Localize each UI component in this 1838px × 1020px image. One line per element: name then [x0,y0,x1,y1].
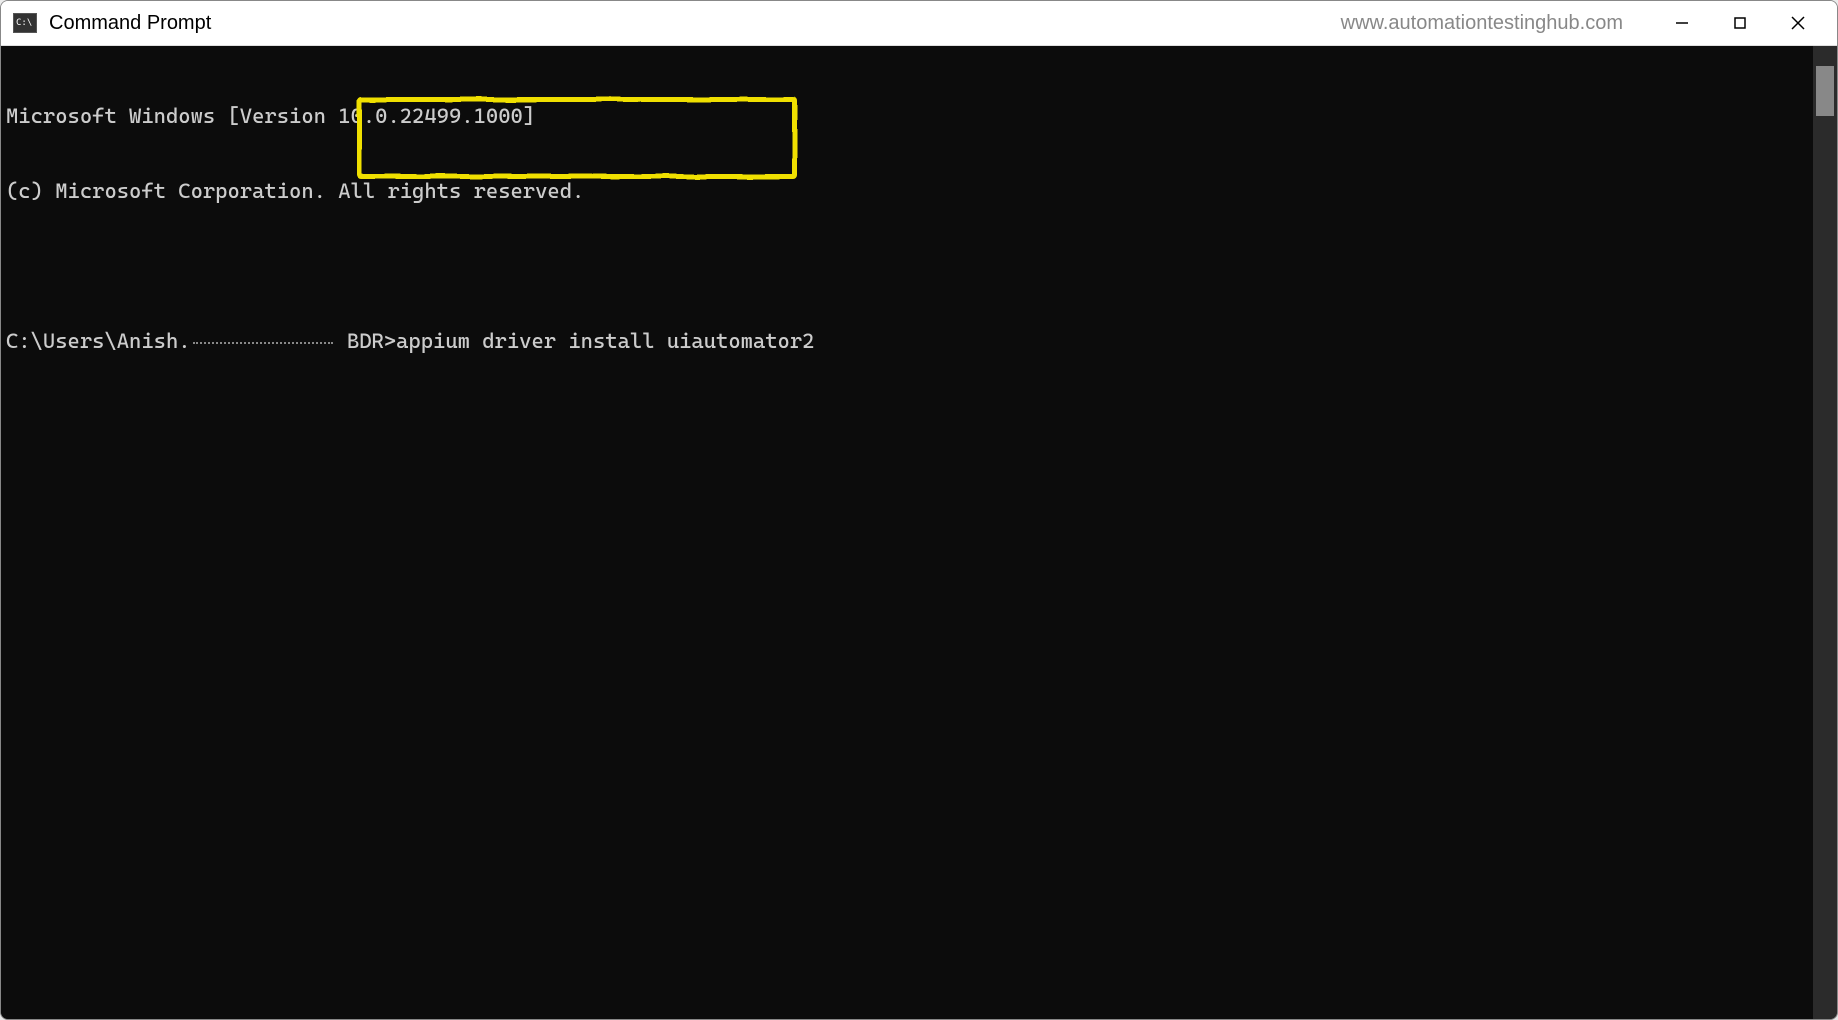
close-button[interactable] [1769,1,1827,46]
scrollbar[interactable] [1813,46,1837,1019]
scrollbar-thumb[interactable] [1816,66,1834,116]
watermark-text: www.automationtestinghub.com [1341,12,1623,35]
close-icon [1790,15,1806,31]
minimize-button[interactable] [1653,1,1711,46]
minimize-icon [1674,15,1690,31]
window-controls [1653,1,1827,46]
terminal-prompt-line: C:\Users\Anish. BDR>appium driver instal… [6,329,1813,354]
command-prompt-window: C:\ Command Prompt www.automationtesting… [0,0,1838,1020]
maximize-button[interactable] [1711,1,1769,46]
terminal-output-line: Microsoft Windows [Version 10.0.22499.10… [6,104,1813,129]
redacted-text [193,341,333,344]
terminal-wrapper: Microsoft Windows [Version 10.0.22499.10… [1,46,1837,1019]
titlebar[interactable]: C:\ Command Prompt www.automationtesting… [1,1,1837,46]
terminal-output-line: (c) Microsoft Corporation. All rights re… [6,179,1813,204]
cmd-icon: C:\ [13,13,37,33]
maximize-icon [1732,15,1748,31]
terminal-blank-line [6,254,1813,279]
prompt-prefix: C:\Users\Anish. [6,329,191,353]
window-title: Command Prompt [49,12,211,35]
terminal[interactable]: Microsoft Windows [Version 10.0.22499.10… [1,46,1813,1019]
prompt-suffix: BDR> [335,329,397,353]
terminal-command: appium driver install uiautomator2 [396,329,814,353]
